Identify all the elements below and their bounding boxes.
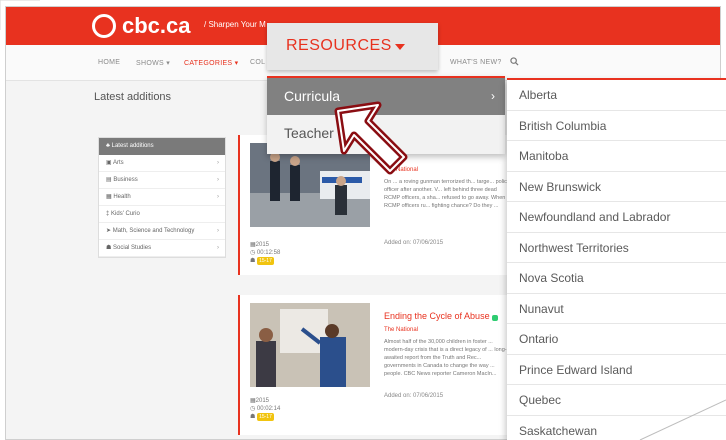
submenu-item-nunavut[interactable]: Nunavut	[507, 294, 726, 324]
card-description: Almost half of the 30,000 children in fo…	[384, 339, 507, 377]
sidebar-item-health[interactable]: ▦ Health ›	[99, 189, 225, 206]
resources-label: RESOURCES	[286, 37, 392, 54]
logo-text: cbc.ca	[122, 13, 191, 38]
grade-badge: 15-17	[257, 257, 274, 265]
nav-shows[interactable]: SHOWS ▾	[136, 59, 170, 67]
video-thumbnail[interactable]	[250, 303, 370, 387]
clock-icon: ◷	[250, 406, 256, 412]
nav-whats-new[interactable]: WHAT'S NEW?	[450, 59, 502, 66]
submenu-item-nova-scotia[interactable]: Nova Scotia	[507, 263, 726, 294]
category-sidebar: ♣ Latest additions ▣ Arts › ▤ Business › ▦…	[98, 137, 226, 258]
nav-collections[interactable]: COL	[250, 59, 265, 66]
submenu-item-newfoundland-labrador[interactable]: Newfoundland and Labrador	[507, 202, 726, 233]
submenu-item-saskatchewan[interactable]: Saskatchewan	[507, 416, 726, 440]
chevron-right-icon: ›	[217, 245, 219, 251]
resources-menu-button[interactable]: RESOURCES	[267, 23, 438, 70]
sidebar-item-math-science[interactable]: ➤ Math, Science and Technology ›	[99, 223, 225, 240]
page-heading: Latest additions	[94, 91, 172, 103]
sidebar-item-arts[interactable]: ▣ Arts ›	[99, 155, 225, 172]
card-added-date: Added on: 07/06/2015	[384, 240, 444, 246]
chevron-right-icon: ›	[217, 228, 219, 234]
chevron-right-icon: ›	[217, 160, 219, 166]
nav-categories[interactable]: CATEGORIES ▾	[184, 59, 238, 67]
card-duration: 00:02:14	[256, 406, 281, 412]
cbc-gem-icon	[92, 14, 116, 38]
clock-icon: ◷	[250, 250, 256, 256]
caret-down-icon	[395, 44, 405, 50]
card-duration: 00:12:58	[256, 250, 281, 256]
cbc-logo[interactable]: cbc.ca	[92, 13, 191, 39]
chevron-right-icon: ›	[491, 89, 495, 103]
search-icon[interactable]	[510, 57, 519, 66]
submenu-item-british-columbia[interactable]: British Columbia	[507, 111, 726, 141]
submenu-item-quebec[interactable]: Quebec	[507, 385, 726, 416]
sidebar-item-kids-curio[interactable]: ‡ Kids' Curio	[99, 206, 225, 223]
curricula-submenu: Alberta British Columbia Manitoba New Br…	[507, 78, 726, 440]
sidebar-header[interactable]: ♣ Latest additions	[99, 138, 225, 155]
card-year: 2015	[255, 242, 270, 248]
submenu-item-alberta[interactable]: Alberta	[507, 80, 726, 111]
grade-badge: 15-17	[257, 413, 274, 421]
submenu-item-new-brunswick[interactable]: New Brunswick	[507, 172, 726, 202]
submenu-item-ontario[interactable]: Ontario	[507, 324, 726, 355]
people-icon: ☗	[250, 258, 256, 264]
card-meta: ▦2015 ◷ 00:12:58 ☗ 15-17	[250, 241, 280, 265]
nav-home[interactable]: HOME	[98, 59, 120, 66]
submenu-item-prince-edward-island[interactable]: Prince Edward Island	[507, 355, 726, 385]
card-show[interactable]: The National	[384, 327, 418, 333]
sidebar-item-social-studies[interactable]: ☗ Social Studies ›	[99, 240, 225, 257]
submenu-item-manitoba[interactable]: Manitoba	[507, 141, 726, 172]
card-meta: ▦2015 ◷ 00:02:14 ☗ 15-17	[250, 397, 280, 421]
card-title[interactable]: Ending the Cycle of Abuse	[384, 311, 498, 321]
card-added-date: Added on: 07/06/2015	[384, 393, 444, 399]
video-card[interactable]: Ending the Cycle of Abuse The National A…	[238, 295, 508, 435]
card-year: 2015	[255, 398, 270, 404]
sidebar-item-business[interactable]: ▤ Business ›	[99, 172, 225, 189]
pointer-arrow-icon	[334, 101, 408, 175]
chevron-right-icon: ›	[217, 194, 219, 200]
chevron-right-icon: ›	[217, 177, 219, 183]
people-icon: ☗	[250, 414, 256, 420]
new-badge	[492, 315, 498, 321]
submenu-item-northwest-territories[interactable]: Northwest Territories	[507, 233, 726, 263]
tagline: / Sharpen Your M	[204, 20, 266, 29]
